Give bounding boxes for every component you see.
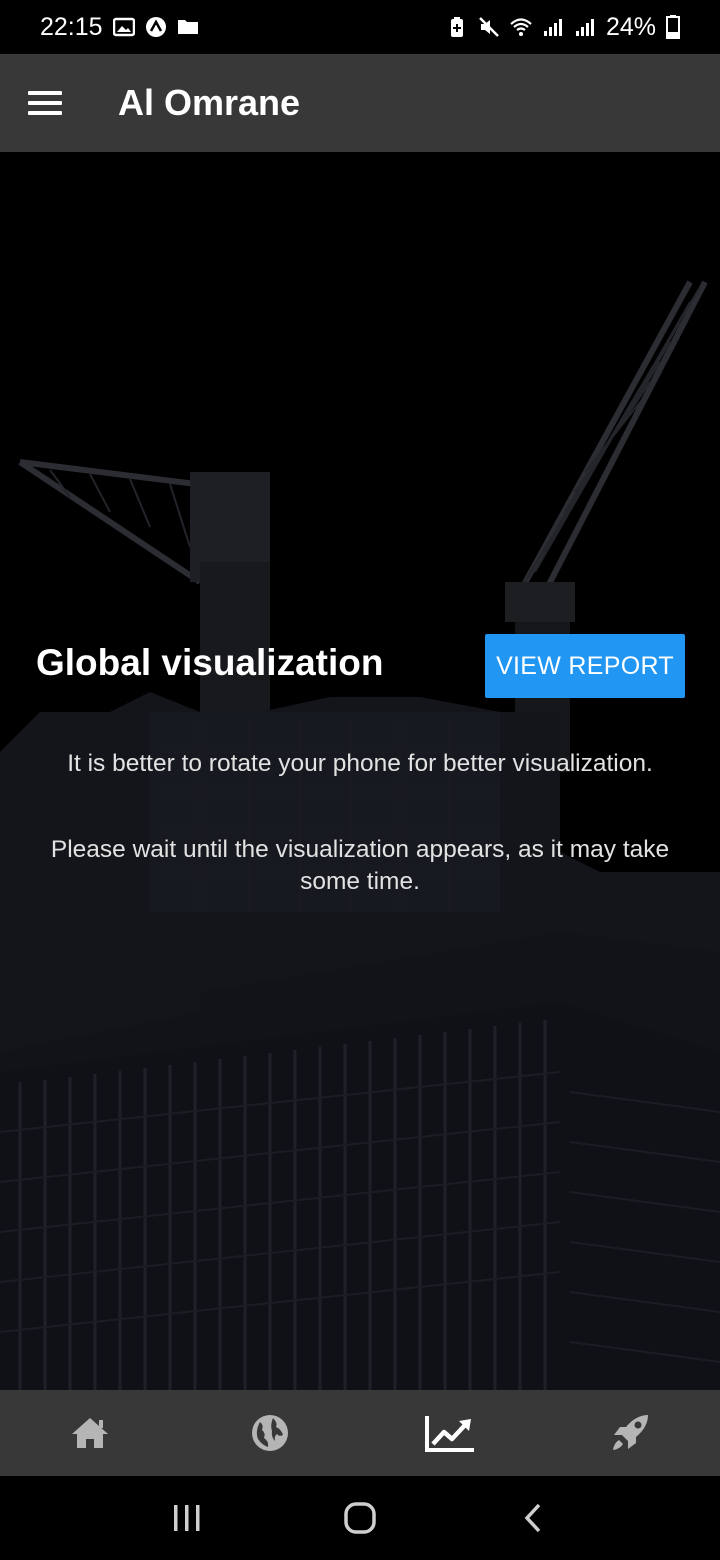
- recent-apps-icon: [173, 1505, 200, 1531]
- wait-hint-text: Please wait until the visualization appe…: [50, 836, 670, 895]
- wifi-icon: [510, 18, 532, 36]
- gallery-icon: [112, 17, 135, 37]
- section-header: Global visualization VIEW REPORT: [0, 634, 720, 700]
- folder-icon: [177, 20, 198, 34]
- signal-icon: [575, 19, 594, 36]
- status-bar-right: 24%: [446, 13, 680, 42]
- signal-icon: [543, 19, 562, 36]
- nav-rocket[interactable]: [540, 1390, 720, 1476]
- app-bar: Al Omrane: [0, 54, 720, 152]
- system-navigation-bar: [0, 1476, 720, 1560]
- app-notification-icon: [145, 17, 166, 37]
- rocket-icon: [613, 1415, 648, 1450]
- globe-icon: [252, 1415, 288, 1451]
- home-button[interactable]: [330, 1488, 390, 1548]
- clock: 22:15: [40, 12, 103, 41]
- nav-chart[interactable]: [360, 1390, 540, 1476]
- home-circle-icon: [344, 1502, 376, 1534]
- bottom-navigation: [0, 1390, 720, 1476]
- rotate-hint-text: It is better to rotate your phone for be…: [67, 750, 653, 777]
- nav-globe[interactable]: [180, 1390, 360, 1476]
- app-title: Al Omrane: [118, 82, 301, 123]
- battery-percent: 24%: [605, 12, 656, 41]
- nav-home[interactable]: [0, 1390, 180, 1476]
- view-report-button[interactable]: VIEW REPORT: [485, 634, 685, 698]
- mute-icon: [479, 17, 499, 37]
- chart-line-icon: [425, 1416, 474, 1452]
- back-icon: [524, 1503, 541, 1533]
- home-icon: [72, 1418, 108, 1448]
- recent-apps-button[interactable]: [157, 1488, 217, 1548]
- status-bar: 22:15 24%: [0, 0, 720, 54]
- menu-icon[interactable]: [28, 91, 62, 115]
- battery-icon: [666, 15, 680, 39]
- back-button[interactable]: [503, 1488, 563, 1548]
- section-title: Global visualization: [36, 642, 384, 683]
- battery-saver-icon: [450, 17, 463, 37]
- status-bar-left: 22:15: [40, 13, 199, 42]
- main-content: Global visualization VIEW REPORT It is b…: [0, 152, 720, 1390]
